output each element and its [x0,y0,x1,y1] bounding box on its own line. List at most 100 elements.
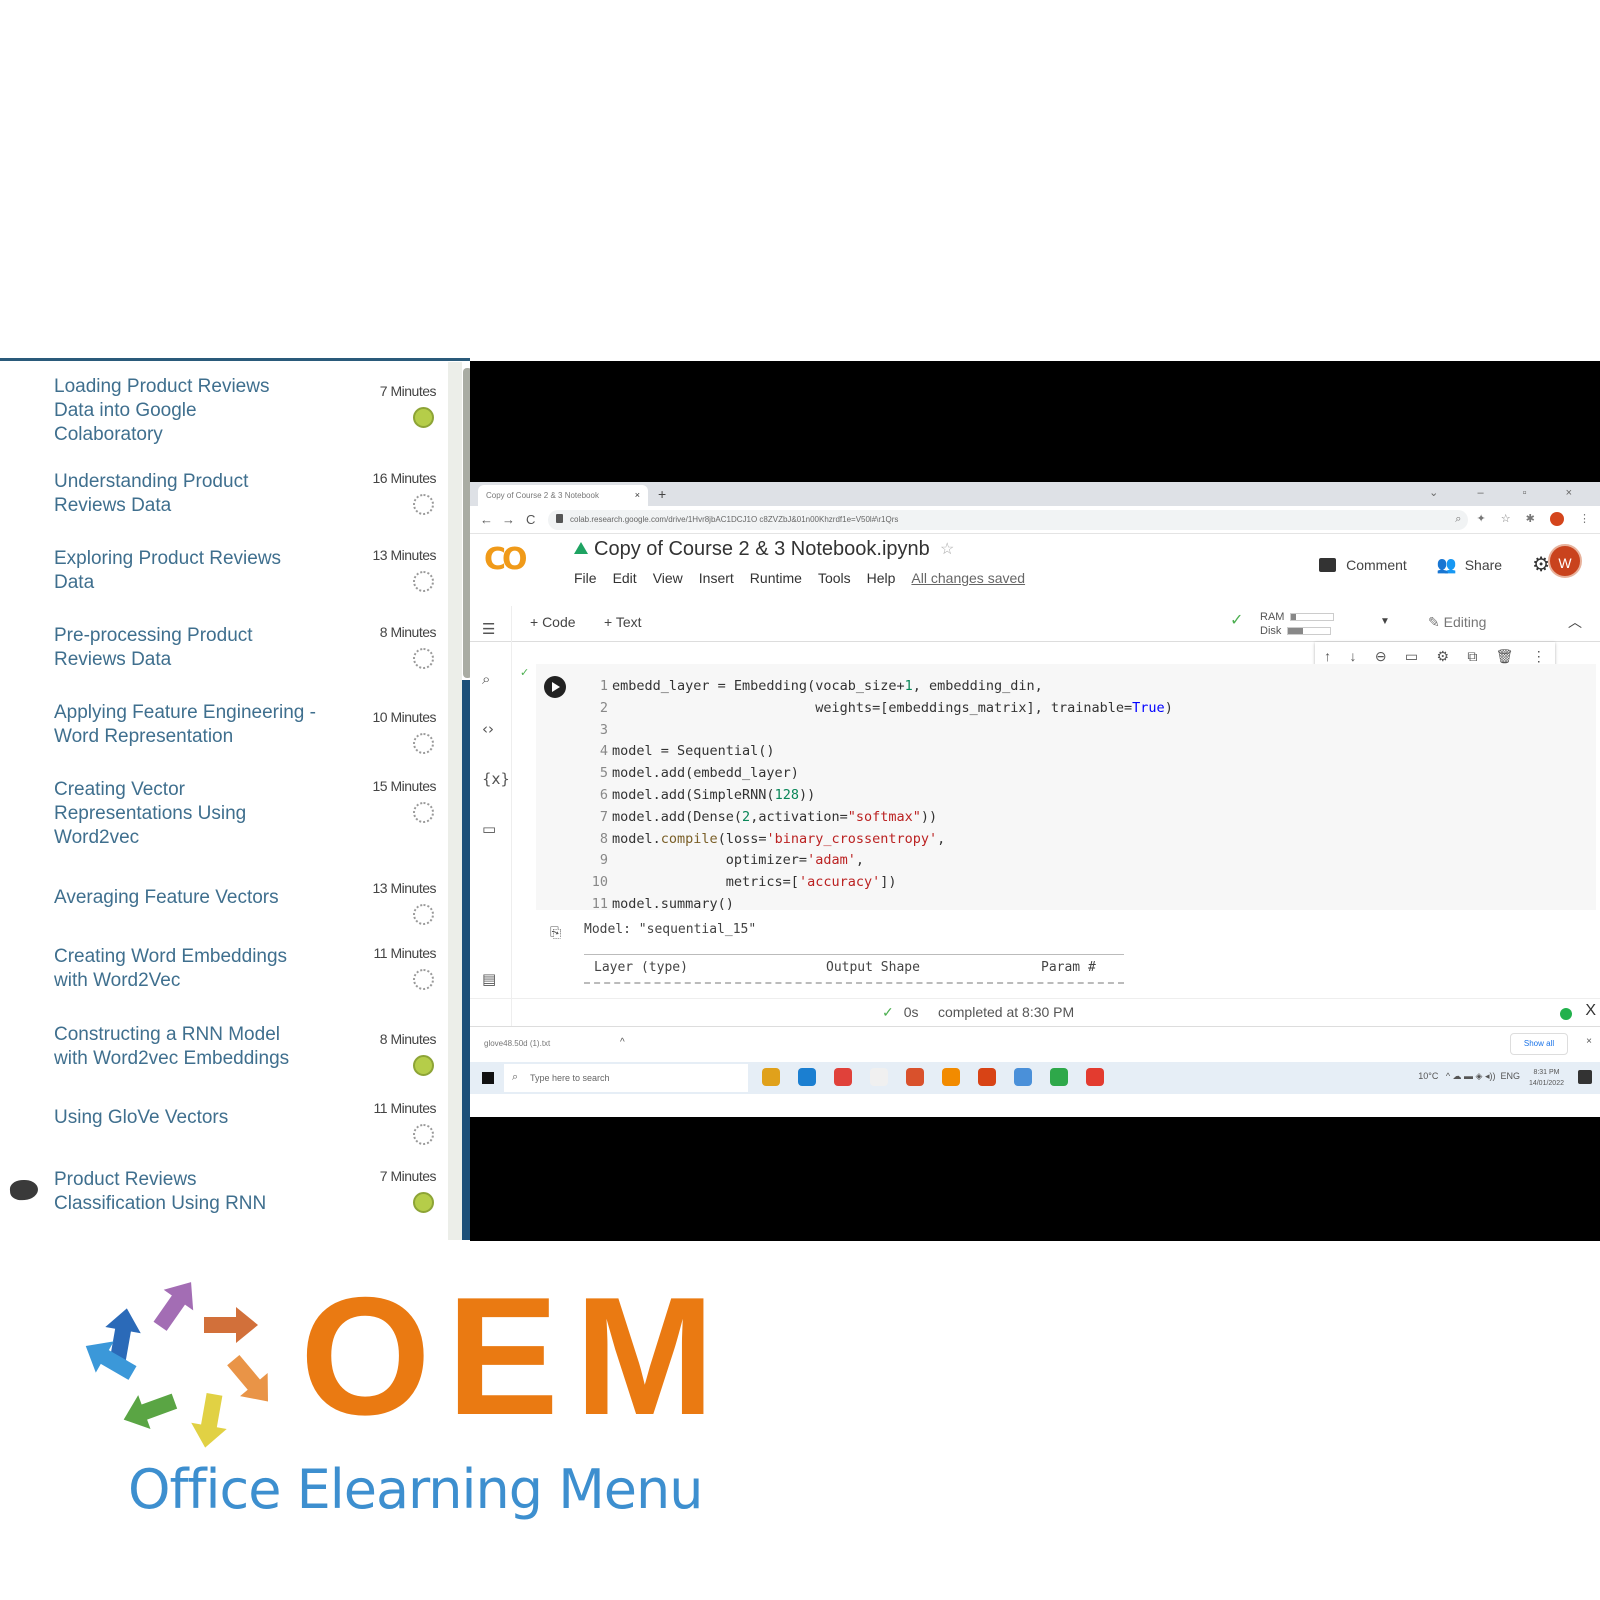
share-button[interactable]: 👥 Share [1437,555,1502,575]
notebook-toolbar: + Code + Text ✓ RAM Disk ▼ ✎ Editing ︿ [470,606,1600,642]
browser-tab[interactable]: Copy of Course 2 & 3 Notebook × [478,485,648,506]
col-output-shape: Output Shape [826,960,920,975]
windows-start-icon[interactable] [482,1072,494,1084]
save-status-link[interactable]: All changes saved [911,570,1025,586]
star-icon[interactable]: ☆ [940,539,954,559]
comment-icon[interactable]: ▭ [1405,648,1418,665]
editing-mode-button[interactable]: ✎ Editing [1428,614,1486,631]
more-icon[interactable]: ⋮ [1532,648,1546,665]
code-editor[interactable]: 1 embedd_layer = Embedding(vocab_size+1, … [586,676,1173,916]
back-icon[interactable]: ← [480,512,493,527]
mirror-cell-icon[interactable]: ⧉ [1467,648,1477,665]
lesson-title[interactable]: Loading Product Reviews Data into Google… [54,375,284,447]
avatar[interactable]: W [1548,544,1582,578]
language-indicator[interactable]: ENG [1500,1071,1520,1081]
download-close-icon[interactable]: × [1586,1036,1592,1047]
run-cell-button[interactable] [544,676,566,698]
colab-logo[interactable]: CO [484,542,527,577]
extension-icon[interactable]: ✦ [1476,513,1485,525]
menu-view[interactable]: View [653,570,683,586]
taskbar-app-icon[interactable] [1014,1068,1032,1086]
variables-icon[interactable]: {x} [482,770,510,788]
clock-time: 8:31 PM [1533,1069,1560,1076]
taskbar-app-icon[interactable] [1086,1068,1104,1086]
toc-icon[interactable]: ☰ [482,620,495,638]
move-up-icon[interactable]: ↑ [1324,648,1331,664]
lesson-title[interactable]: Constructing a RNN Model with Word2vec E… [54,1023,314,1071]
output-icon[interactable]: ⎘ [550,924,561,941]
resource-dropdown-icon[interactable]: ▼ [1380,616,1390,627]
taskbar-app-icon[interactable] [1050,1068,1068,1086]
lesson-title[interactable]: Understanding Product Reviews Data [54,470,274,518]
code-line[interactable]: 5 model.add(embedd_layer) [586,763,1173,785]
code-line[interactable]: 8 model.compile(loss='binary_crossentropy… [586,829,1173,851]
reload-icon[interactable]: C [526,512,535,527]
taskbar-app-icon[interactable] [834,1068,852,1086]
menu-runtime[interactable]: Runtime [750,570,802,586]
resource-monitor[interactable]: ✓ RAM Disk [1230,610,1335,638]
terminal-icon[interactable]: ▤ [482,970,496,988]
menu-edit[interactable]: Edit [613,570,637,586]
download-caret-icon[interactable]: ^ [620,1037,625,1048]
col-layer: Layer (type) [594,960,688,975]
cell-settings-icon[interactable]: ⚙ [1436,648,1449,665]
lesson-title[interactable]: Pre-processing Product Reviews Data [54,624,274,672]
lesson-title[interactable]: Exploring Product Reviews Data [54,547,294,595]
code-line[interactable]: 2 weights=[embeddings_matrix], trainable… [586,698,1173,720]
code-cell[interactable]: ✓ 1 embedd_layer = Embedding(vocab_size+1… [520,664,1596,912]
comment-button[interactable]: Comment [1319,557,1407,573]
lesson-title[interactable]: Creating Vector Representations Using Wo… [54,778,274,850]
search-icon[interactable]: ⌕ [482,670,490,688]
zoom-icon[interactable]: ⌕ [1455,513,1461,525]
show-all-button[interactable]: Show all [1510,1033,1568,1055]
add-text-button[interactable]: + Text [604,614,642,630]
sidebar-scrollbar-track[interactable] [448,362,462,1240]
taskbar-app-icon[interactable] [942,1068,960,1086]
menu-tools[interactable]: Tools [818,570,851,586]
forward-icon[interactable]: → [502,512,515,527]
taskbar-app-icon[interactable] [906,1068,924,1086]
tab-close-icon[interactable]: × [635,490,640,500]
taskbar-app-icon[interactable] [798,1068,816,1086]
code-line[interactable]: 1 embedd_layer = Embedding(vocab_size+1, … [586,676,1173,698]
taskbar-app-icon[interactable] [978,1068,996,1086]
menu-file[interactable]: File [574,570,597,586]
collapse-header-icon[interactable]: ︿ [1568,612,1582,632]
files-icon[interactable]: ▭ [482,820,496,838]
taskbar-search[interactable]: ⌕ Type here to search [504,1064,748,1092]
notebook-title[interactable]: Copy of Course 2 & 3 Notebook.ipynb [574,538,930,561]
taskbar-app-icon[interactable] [762,1068,780,1086]
delete-icon[interactable]: 🗑 [1496,648,1514,665]
code-line[interactable]: 3 [586,720,1173,742]
logo-arrow [153,1282,194,1331]
puzzle-icon[interactable]: ✱ [1526,513,1535,525]
lesson-title[interactable]: Applying Feature Engineering - Word Repr… [54,701,334,749]
notification-icon[interactable] [1578,1070,1592,1084]
code-line[interactable]: 10 metrics=['accuracy']) [586,872,1173,894]
move-down-icon[interactable]: ↓ [1349,648,1356,664]
bookmark-icon[interactable]: ☆ [1501,513,1511,525]
new-tab-button[interactable]: + [658,486,666,502]
code-line[interactable]: 4 model = Sequential() [586,741,1173,763]
profile-icon[interactable] [1549,512,1564,527]
window-controls[interactable]: ⌄ – ▫ × [1429,486,1590,499]
code-snippets-icon[interactable]: ‹› [482,720,494,738]
browser-menu-icon[interactable]: ⋮ [1579,513,1590,525]
lesson-title[interactable]: Creating Word Embeddings with Word2Vec [54,945,314,993]
link-icon[interactable]: ⊖ [1375,648,1387,665]
status-close-icon[interactable]: X [1585,1002,1596,1020]
lesson-title[interactable]: Product Reviews Classification Using RNN [54,1168,294,1216]
lesson-title[interactable]: Using GloVe Vectors [54,1106,314,1130]
code-line[interactable]: 7 model.add(Dense(2,activation="softmax")… [586,807,1173,829]
menu-insert[interactable]: Insert [699,570,734,586]
clock[interactable]: 8:31 PM 14/01/2022 [1529,1067,1564,1089]
url-input[interactable]: colab.research.google.com/drive/1Hvr8jbA… [548,510,1468,530]
add-code-button[interactable]: + Code [530,614,576,630]
code-line[interactable]: 9 optimizer='adam', [586,850,1173,872]
lesson-title[interactable]: Averaging Feature Vectors [54,886,314,910]
settings-gear-icon[interactable]: ⚙ [1532,552,1550,577]
taskbar-app-icon[interactable] [870,1068,888,1086]
menu-help[interactable]: Help [867,570,896,586]
download-item[interactable]: glove48.50d (1).txt [484,1039,550,1048]
code-line[interactable]: 6 model.add(SimpleRNN(128)) [586,785,1173,807]
